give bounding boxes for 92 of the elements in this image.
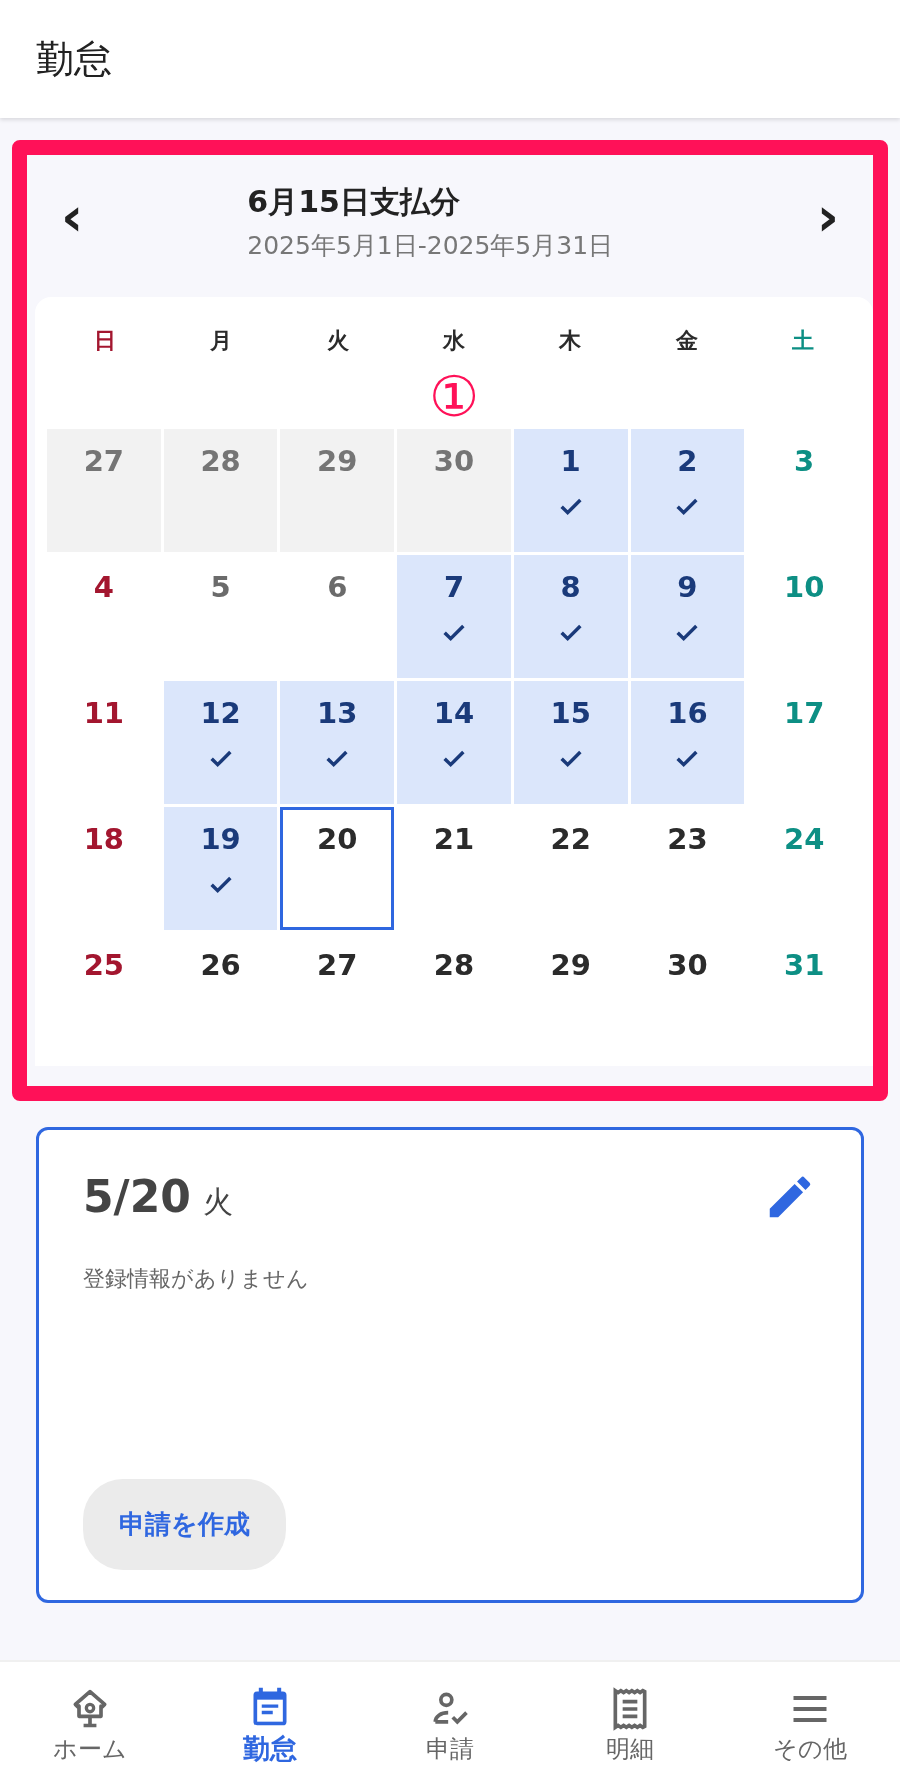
day-number: 15 bbox=[550, 696, 591, 730]
calendar-day[interactable]: 28 bbox=[397, 933, 511, 1056]
weekday-label: 木 bbox=[558, 327, 583, 355]
day-number: 29 bbox=[317, 444, 358, 478]
calendar-day[interactable]: 21 bbox=[397, 807, 511, 930]
calendar-day[interactable]: 22 bbox=[513, 807, 628, 930]
day-number: 19 bbox=[200, 822, 241, 856]
period-title: 6月15日支払分 bbox=[247, 183, 461, 221]
calendar-day[interactable]: 3 bbox=[747, 429, 861, 552]
nav-tab[interactable]: その他 bbox=[720, 1662, 900, 1790]
screen-title: 勤怠 bbox=[36, 35, 112, 83]
day-number: 14 bbox=[433, 696, 475, 730]
day-number: 27 bbox=[83, 444, 125, 478]
annotation-number: ① bbox=[428, 369, 480, 425]
create-request-button[interactable]: 申請を作成 bbox=[83, 1479, 286, 1570]
calendar-day[interactable]: 15 bbox=[513, 681, 628, 804]
weekday-label: 土 bbox=[790, 327, 815, 355]
day-number: 13 bbox=[317, 696, 358, 730]
calendar-day[interactable]: 29 bbox=[513, 933, 628, 1056]
weekday-label: 火 bbox=[325, 327, 350, 355]
day-number: 7 bbox=[443, 570, 465, 604]
calendar-day[interactable]: 25 bbox=[47, 933, 161, 1056]
day-number: 8 bbox=[560, 570, 581, 604]
weekday-label: 日 bbox=[93, 327, 118, 355]
calendar-day[interactable]: 10 bbox=[747, 555, 861, 678]
nav-tab[interactable]: 勤怠 bbox=[180, 1662, 360, 1790]
nav-tab[interactable]: ホーム bbox=[0, 1662, 180, 1790]
day-number: 20 bbox=[317, 822, 358, 856]
calendar-day[interactable]: 19 bbox=[163, 807, 278, 930]
day-number: 4 bbox=[93, 570, 114, 604]
day-number: 10 bbox=[783, 570, 825, 604]
day-number: 25 bbox=[83, 948, 125, 982]
calendar-day[interactable]: 5 bbox=[163, 555, 278, 678]
day-number: 3 bbox=[794, 444, 815, 478]
weekday-label: 月 bbox=[209, 327, 234, 355]
day-number: 31 bbox=[783, 948, 825, 982]
day-number: 1 bbox=[560, 444, 581, 478]
day-number: 5 bbox=[210, 570, 231, 604]
calendar-day[interactable]: 8 bbox=[513, 555, 628, 678]
day-number: 11 bbox=[83, 696, 125, 730]
calendar-day[interactable]: 13 bbox=[280, 681, 395, 804]
calendar-day[interactable]: 23 bbox=[630, 807, 745, 930]
calendar-day[interactable]: 17 bbox=[747, 681, 861, 804]
nav-tab[interactable]: 申請 bbox=[360, 1662, 540, 1790]
next-button[interactable]: › bbox=[802, 190, 853, 254]
calendar-day[interactable]: 29 bbox=[280, 429, 395, 552]
day-number: 29 bbox=[550, 948, 591, 982]
calendar-day[interactable]: 28 bbox=[163, 429, 278, 552]
day-number: 12 bbox=[200, 696, 241, 730]
calendar-day[interactable]: 31 bbox=[747, 933, 861, 1056]
day-number: 9 bbox=[677, 570, 698, 604]
day-number: 18 bbox=[83, 822, 125, 856]
day-number: 2 bbox=[677, 444, 698, 478]
day-number: 17 bbox=[783, 696, 825, 730]
calendar-day[interactable]: 27 bbox=[280, 933, 395, 1056]
calendar-day[interactable]: 16 bbox=[630, 681, 745, 804]
calendar-day[interactable]: 30 bbox=[630, 933, 745, 1056]
day-number: 23 bbox=[667, 822, 708, 856]
calendar-day[interactable]: 26 bbox=[163, 933, 278, 1056]
period-range: 2025年5月1日-2025年5月31日 bbox=[247, 230, 615, 262]
previous-button[interactable]: ‹ bbox=[47, 190, 98, 254]
day-number: 27 bbox=[317, 948, 358, 982]
calendar-day[interactable]: 9 bbox=[630, 555, 745, 678]
empty-message: 登録情報がありません bbox=[83, 1265, 309, 1293]
detail-date: 5/20 bbox=[83, 1171, 191, 1222]
calendar-day[interactable]: 7 bbox=[397, 555, 511, 678]
calendar-day[interactable]: 12 bbox=[163, 681, 278, 804]
calendar-day[interactable]: 11 bbox=[47, 681, 161, 804]
calendar-day[interactable]: 2 bbox=[630, 429, 745, 552]
day-number: 24 bbox=[783, 822, 825, 856]
day-number: 21 bbox=[433, 822, 475, 856]
detail-weekday: 火 bbox=[202, 1183, 233, 1221]
day-number: 16 bbox=[667, 696, 708, 730]
calendar-day[interactable]: 24 bbox=[747, 807, 861, 930]
calendar-day[interactable]: 20 bbox=[280, 807, 395, 930]
calendar-day[interactable]: 4 bbox=[47, 555, 161, 678]
day-number: 6 bbox=[327, 570, 348, 604]
calendar-day[interactable]: 18 bbox=[47, 807, 161, 930]
calendar-day[interactable]: 30 bbox=[397, 429, 511, 552]
calendar-day[interactable]: 27 bbox=[47, 429, 161, 552]
day-number: 30 bbox=[433, 444, 475, 478]
calendar-day[interactable]: 1 bbox=[513, 429, 628, 552]
calendar-day[interactable]: 14 bbox=[397, 681, 511, 804]
weekday-label: 水 bbox=[441, 327, 466, 355]
weekday-label: 金 bbox=[674, 327, 699, 355]
calendar-day[interactable]: 6 bbox=[280, 555, 395, 678]
nav-tab[interactable]: 明細 bbox=[540, 1662, 720, 1790]
day-number: 26 bbox=[200, 948, 241, 982]
day-number: 28 bbox=[433, 948, 475, 982]
day-number: 30 bbox=[667, 948, 708, 982]
day-number: 22 bbox=[550, 822, 591, 856]
day-number: 28 bbox=[200, 444, 241, 478]
